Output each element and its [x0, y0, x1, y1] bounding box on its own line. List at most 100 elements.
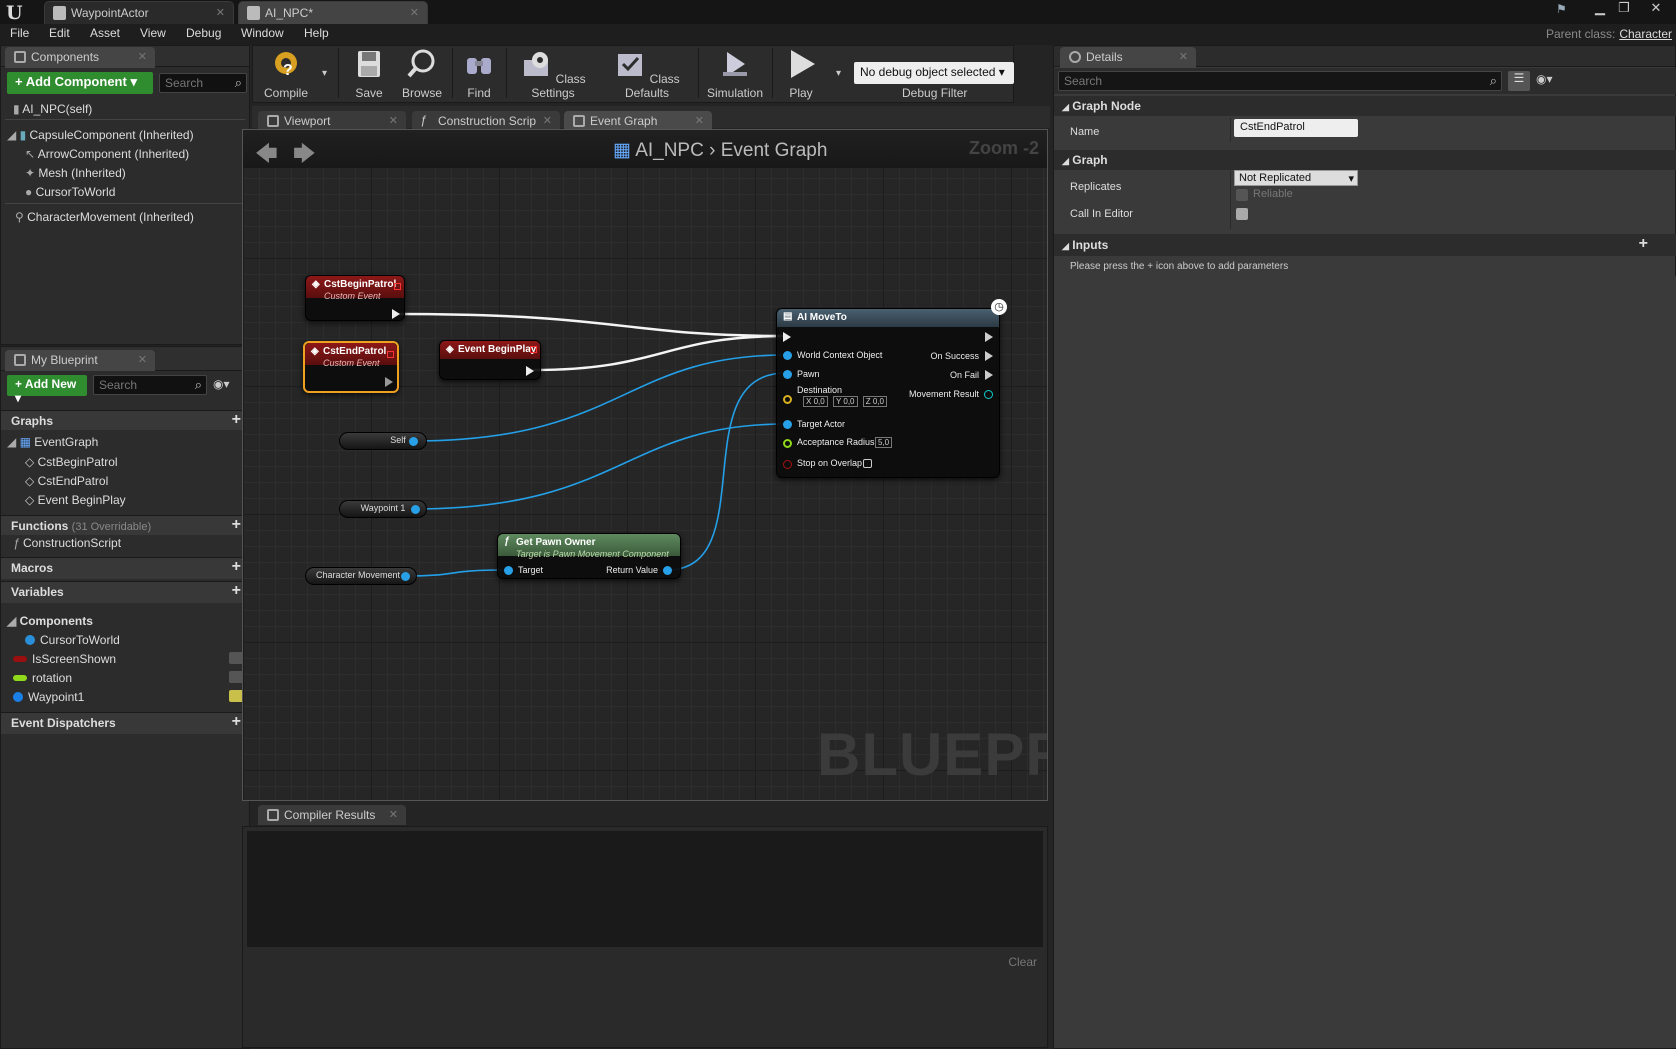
- clear-button[interactable]: Clear: [1008, 955, 1037, 969]
- browse-button[interactable]: Browse: [396, 46, 448, 100]
- exec-out-pin[interactable]: [385, 377, 393, 387]
- add-dispatcher-icon[interactable]: +: [232, 713, 241, 731]
- exec-out-pin[interactable]: [392, 309, 400, 319]
- delegate-pin[interactable]: [530, 346, 537, 353]
- compile-options-chevron-icon[interactable]: ▾: [322, 68, 327, 79]
- dest-y-field[interactable]: Y 0,0: [832, 396, 858, 407]
- find-button[interactable]: Find: [456, 46, 502, 100]
- menu-file[interactable]: File: [8, 26, 31, 40]
- components-search-input[interactable]: Search ⌕: [159, 73, 247, 93]
- section-graph-node[interactable]: ◢ Graph Node: [1054, 96, 1676, 116]
- node-waypoint1[interactable]: Waypoint 1: [339, 500, 427, 518]
- target-in-pin[interactable]: [504, 566, 513, 575]
- add-function-icon[interactable]: +: [232, 516, 241, 534]
- tree-item-cstendpatrol[interactable]: ◇ CstEndPatrol: [25, 474, 108, 488]
- menu-debug[interactable]: Debug: [184, 26, 223, 40]
- add-macro-icon[interactable]: +: [232, 558, 241, 576]
- name-input[interactable]: CstEndPatrol: [1234, 119, 1358, 137]
- tab-event-graph[interactable]: Event Graph ✕: [564, 111, 712, 131]
- close-icon[interactable]: ✕: [216, 6, 225, 19]
- exec-in-pin[interactable]: [783, 332, 791, 342]
- section-event-dispatchers[interactable]: Event Dispatchers +: [1, 712, 249, 734]
- tab-construction-script[interactable]: ƒ Construction Scrip ✕: [412, 111, 560, 131]
- tab-details[interactable]: Details ✕: [1060, 47, 1196, 68]
- exec-out-pin[interactable]: [526, 366, 534, 376]
- delegate-pin[interactable]: [394, 283, 401, 290]
- dest-x-field[interactable]: X 0,0: [803, 396, 828, 407]
- event-graph-canvas[interactable]: 🡄 🡆 ▦ AI_NPC › Event Graph Zoom -2 BLUEP…: [242, 129, 1048, 801]
- view-options-icon[interactable]: ◉▾: [1536, 72, 1553, 86]
- data-out-pin[interactable]: [409, 437, 418, 446]
- tree-item-mesh[interactable]: ✦ Mesh (Inherited): [25, 166, 126, 180]
- add-variable-icon[interactable]: +: [232, 582, 241, 600]
- blueprint-search-input[interactable]: Search ⌕: [93, 375, 207, 395]
- section-macros[interactable]: Macros +: [1, 557, 249, 579]
- data-out-pin[interactable]: [401, 572, 410, 581]
- menu-asset[interactable]: Asset: [88, 26, 122, 40]
- add-parameter-icon[interactable]: +: [1639, 235, 1648, 253]
- tree-item-eventgraph[interactable]: ◢ ▦ EventGraph: [7, 435, 98, 449]
- node-cstendpatrol[interactable]: ◈ CstEndPatrol Custom Event: [303, 341, 399, 393]
- acceptance-radius-pin[interactable]: [783, 439, 792, 448]
- node-character-movement[interactable]: Character Movement: [305, 567, 417, 585]
- node-cstbeginpatrol[interactable]: ◈ CstBeginPatrol Custom Event: [305, 275, 405, 321]
- close-icon[interactable]: ✕: [695, 114, 704, 127]
- play-options-chevron-icon[interactable]: ▾: [836, 68, 841, 79]
- restore-icon[interactable]: ❐: [1614, 0, 1634, 16]
- section-variables[interactable]: Variables +: [1, 581, 249, 603]
- data-out-pin[interactable]: [411, 505, 420, 514]
- close-icon[interactable]: ✕: [389, 114, 398, 127]
- section-graphs[interactable]: Graphs +: [1, 410, 249, 430]
- minimize-icon[interactable]: ▁: [1590, 0, 1610, 16]
- dest-z-field[interactable]: Z 0,0: [862, 396, 887, 407]
- tree-item-constructionscript[interactable]: ƒ ConstructionScript: [13, 536, 121, 550]
- class-settings-button[interactable]: Class Settings: [510, 46, 596, 100]
- tab-my-blueprint[interactable]: My Blueprint ✕: [5, 350, 155, 371]
- tree-item-capsule[interactable]: ◢ ▮ CapsuleComponent (Inherited): [7, 128, 194, 142]
- close-icon[interactable]: ✕: [543, 114, 552, 127]
- feedback-flag-icon[interactable]: ⚑: [1556, 2, 1572, 18]
- menu-view[interactable]: View: [138, 26, 168, 40]
- menu-edit[interactable]: Edit: [47, 26, 72, 40]
- return-value-out-pin[interactable]: [663, 566, 672, 575]
- close-icon[interactable]: ✕: [410, 6, 419, 19]
- delegate-pin[interactable]: [387, 351, 394, 358]
- tab-compiler-results[interactable]: Compiler Results ✕: [258, 805, 406, 825]
- on-success-pin[interactable]: [985, 351, 993, 361]
- tab-viewport[interactable]: Viewport ✕: [258, 111, 406, 131]
- tree-item-cursortoworld[interactable]: ● CursorToWorld: [25, 185, 115, 199]
- save-button[interactable]: Save: [344, 46, 394, 100]
- list-view-icon[interactable]: ☰: [1508, 71, 1530, 91]
- section-inputs[interactable]: ◢ Inputs +: [1054, 234, 1676, 256]
- compile-button[interactable]: ? Compile: [256, 46, 316, 100]
- variable-isscreenshown[interactable]: IsScreenShown: [13, 652, 116, 666]
- reliable-checkbox[interactable]: [1236, 189, 1248, 201]
- world-context-pin[interactable]: [783, 351, 792, 360]
- simulation-button[interactable]: Simulation: [702, 46, 768, 100]
- close-icon[interactable]: ✕: [138, 50, 147, 63]
- variable-rotation[interactable]: rotation: [13, 671, 72, 685]
- acceptance-radius-field[interactable]: 5,0: [875, 437, 893, 448]
- call-in-editor-checkbox[interactable]: [1236, 208, 1248, 220]
- close-icon[interactable]: ✕: [389, 808, 398, 821]
- section-functions[interactable]: Functions (31 Overridable) +: [1, 515, 249, 535]
- parent-class-link[interactable]: Character: [1619, 27, 1672, 41]
- close-icon[interactable]: ✕: [1179, 50, 1188, 63]
- class-defaults-button[interactable]: Class Defaults: [600, 46, 694, 100]
- tab-ai-npc[interactable]: AI_NPC* ✕: [238, 1, 428, 24]
- variable-waypoint1[interactable]: Waypoint1: [13, 690, 84, 704]
- node-ai-moveto[interactable]: ▤ AI MoveTo ◷ World Context Object On Suc…: [776, 299, 1007, 478]
- pawn-pin[interactable]: [783, 370, 792, 379]
- tree-item-cstbeginpatrol[interactable]: ◇ CstBeginPatrol: [25, 455, 118, 469]
- details-search-input[interactable]: Search ⌕: [1058, 71, 1502, 91]
- movement-result-pin[interactable]: [984, 390, 993, 399]
- replicates-select[interactable]: Not Replicated ▾: [1234, 170, 1358, 186]
- add-graph-icon[interactable]: +: [232, 411, 241, 429]
- menu-window[interactable]: Window: [239, 26, 286, 40]
- destination-pin[interactable]: [783, 395, 792, 404]
- tab-components[interactable]: Components ✕: [5, 47, 155, 68]
- node-get-pawn-owner[interactable]: ƒ Get Pawn Owner Target is Pawn Movement C…: [497, 533, 681, 579]
- play-button[interactable]: Play: [776, 46, 826, 100]
- close-window-icon[interactable]: ✕: [1646, 0, 1666, 16]
- debug-object-select[interactable]: No debug object selected ▾: [854, 62, 1014, 84]
